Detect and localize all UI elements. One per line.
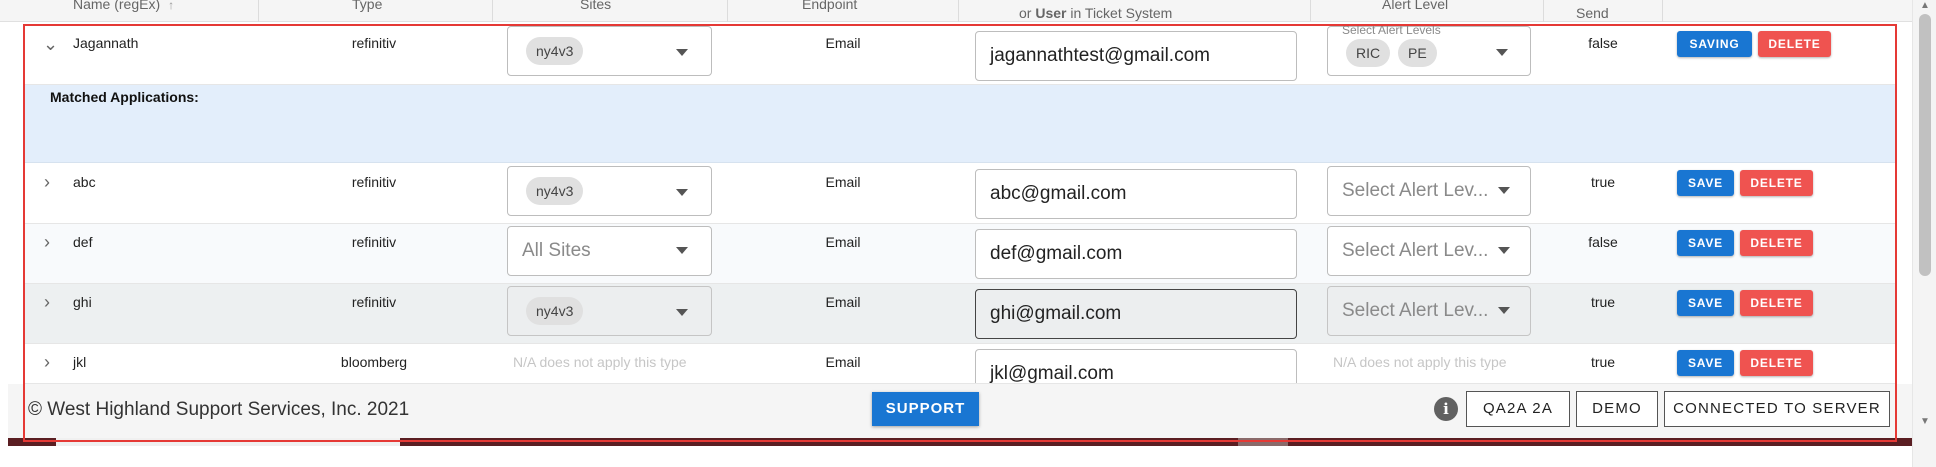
alert-level-placeholder: Select Alert Lev... xyxy=(1342,300,1489,321)
column-header-endpoint[interactable]: Endpoint xyxy=(802,0,857,12)
chevron-right-icon[interactable]: › xyxy=(44,293,50,311)
caret-down-icon[interactable] xyxy=(676,247,688,254)
row-type: refinitiv xyxy=(351,35,397,51)
scroll-up-icon[interactable]: ▲ xyxy=(1920,0,1930,11)
sites-select[interactable]: ny4v3 xyxy=(507,26,712,76)
email-field[interactable]: jagannathtest@gmail.com xyxy=(975,31,1297,81)
row-send: true xyxy=(1590,354,1616,370)
row-send: true xyxy=(1590,294,1616,310)
delete-button[interactable]: DELETE xyxy=(1758,31,1831,57)
sites-select[interactable]: ny4v3 xyxy=(507,286,712,336)
row-endpoint: Email xyxy=(825,294,861,310)
row-type: refinitiv xyxy=(351,294,397,310)
matched-applications-label: Matched Applications: xyxy=(50,89,199,105)
save-button[interactable]: SAVE xyxy=(1677,230,1734,256)
scroll-down-icon[interactable]: ▼ xyxy=(1920,416,1930,427)
delete-button[interactable]: DELETE xyxy=(1740,290,1813,316)
demo-button[interactable]: DEMO xyxy=(1576,391,1658,427)
column-header-sites[interactable]: Sites xyxy=(580,0,611,12)
caret-down-icon[interactable] xyxy=(1498,307,1510,314)
table-row[interactable]: › ghi refinitiv ny4v3 Email ghi@gmail.co… xyxy=(25,284,1895,344)
row-name: def xyxy=(73,234,93,250)
caret-down-icon[interactable] xyxy=(1498,187,1510,194)
table-header: Name (regEx) ↑ Type Sites Endpoint or Use… xyxy=(0,0,1912,22)
email-field[interactable]: def@gmail.com xyxy=(975,229,1297,279)
row-type: refinitiv xyxy=(351,234,397,250)
caret-down-icon[interactable] xyxy=(1498,247,1510,254)
table-row[interactable]: ⌄ Jagannath refinitiv ny4v3 Email jagann… xyxy=(25,23,1895,85)
alert-chip-pe[interactable]: PE xyxy=(1398,39,1437,67)
vertical-scrollbar[interactable]: ▲ ▼ xyxy=(1912,0,1936,467)
row-type: bloomberg xyxy=(340,354,408,370)
matched-applications-panel: Matched Applications: xyxy=(25,85,1895,163)
save-button[interactable]: SAVE xyxy=(1677,350,1734,376)
row-name: Jagannath xyxy=(73,35,139,51)
taskbar-strip xyxy=(8,438,1912,446)
delete-button[interactable]: DELETE xyxy=(1740,350,1813,376)
save-button[interactable]: SAVE xyxy=(1677,290,1734,316)
delete-button[interactable]: DELETE xyxy=(1740,230,1813,256)
sites-select[interactable]: All Sites xyxy=(507,226,712,276)
environment-button[interactable]: QA2A 2A xyxy=(1466,391,1570,427)
row-endpoint: Email xyxy=(825,234,861,250)
email-field[interactable]: jkl@gmail.com xyxy=(975,349,1297,383)
column-header-send[interactable]: Send xyxy=(1576,5,1609,21)
connection-status-button[interactable]: CONNECTED TO SERVER xyxy=(1664,391,1890,427)
row-name: jkl xyxy=(73,354,87,370)
caret-down-icon[interactable] xyxy=(676,49,688,56)
table-row[interactable]: › abc refinitiv ny4v3 Email abc@gmail.co… xyxy=(25,164,1895,224)
row-send: true xyxy=(1590,174,1616,190)
site-chip[interactable]: ny4v3 xyxy=(526,177,584,205)
alert-level-select[interactable]: Select Alert Levels RIC PE xyxy=(1327,23,1531,76)
sites-select[interactable]: ny4v3 xyxy=(507,166,712,216)
row-send: false xyxy=(1588,35,1618,51)
site-chip[interactable]: ny4v3 xyxy=(526,37,584,65)
arrow-up-icon[interactable]: ↑ xyxy=(168,0,174,12)
scroll-thumb[interactable] xyxy=(1919,14,1931,276)
support-button[interactable]: SUPPORT xyxy=(872,392,979,426)
sites-placeholder: All Sites xyxy=(522,240,591,261)
chevron-right-icon[interactable]: › xyxy=(44,173,50,191)
row-endpoint: Email xyxy=(825,35,861,51)
alert-level-placeholder: Select Alert Lev... xyxy=(1342,180,1489,201)
saving-button[interactable]: SAVING xyxy=(1677,31,1752,57)
alert-chip-ric[interactable]: RIC xyxy=(1346,39,1391,67)
row-name: ghi xyxy=(73,294,92,310)
row-name: abc xyxy=(73,174,96,190)
table-row[interactable]: › def refinitiv All Sites Email def@gmai… xyxy=(25,224,1895,284)
table-row[interactable]: › jkl bloomberg N/A does not apply this … xyxy=(25,344,1895,384)
row-endpoint: Email xyxy=(825,354,861,370)
row-send: false xyxy=(1588,234,1618,250)
chevron-right-icon[interactable]: › xyxy=(44,353,50,371)
caret-down-icon[interactable] xyxy=(676,189,688,196)
alert-level-label: Select Alert Levels xyxy=(1342,23,1441,37)
info-icon[interactable]: i xyxy=(1434,397,1458,421)
alert-level-placeholder: Select Alert Lev... xyxy=(1342,240,1489,261)
alert-level-select[interactable]: Select Alert Lev... xyxy=(1327,166,1531,216)
email-field[interactable]: ghi@gmail.com xyxy=(975,289,1297,339)
alert-level-select[interactable]: Select Alert Lev... xyxy=(1327,226,1531,276)
row-endpoint: Email xyxy=(825,174,861,190)
column-header-type[interactable]: Type xyxy=(352,0,382,12)
column-header-alert-level[interactable]: Alert Level xyxy=(1382,0,1448,12)
site-chip[interactable]: ny4v3 xyxy=(526,297,584,325)
chevron-down-icon[interactable]: ⌄ xyxy=(43,35,58,53)
caret-down-icon[interactable] xyxy=(676,309,688,316)
chevron-right-icon[interactable]: › xyxy=(44,233,50,251)
delete-button[interactable]: DELETE xyxy=(1740,170,1813,196)
save-button[interactable]: SAVE xyxy=(1677,170,1734,196)
column-header-name[interactable]: Name (regEx) ↑ xyxy=(73,0,174,12)
email-field[interactable]: abc@gmail.com xyxy=(975,169,1297,219)
footer: © West Highland Support Services, Inc. 2… xyxy=(8,384,1912,438)
alert-level-not-applicable: N/A does not apply this type xyxy=(1333,354,1507,370)
column-header-email: or User in Ticket System xyxy=(1019,5,1173,21)
caret-down-icon[interactable] xyxy=(1496,49,1508,56)
alert-level-select[interactable]: Select Alert Lev... xyxy=(1327,286,1531,336)
row-type: refinitiv xyxy=(351,174,397,190)
copyright-text: © West Highland Support Services, Inc. 2… xyxy=(28,399,410,420)
sites-not-applicable: N/A does not apply this type xyxy=(513,354,687,370)
